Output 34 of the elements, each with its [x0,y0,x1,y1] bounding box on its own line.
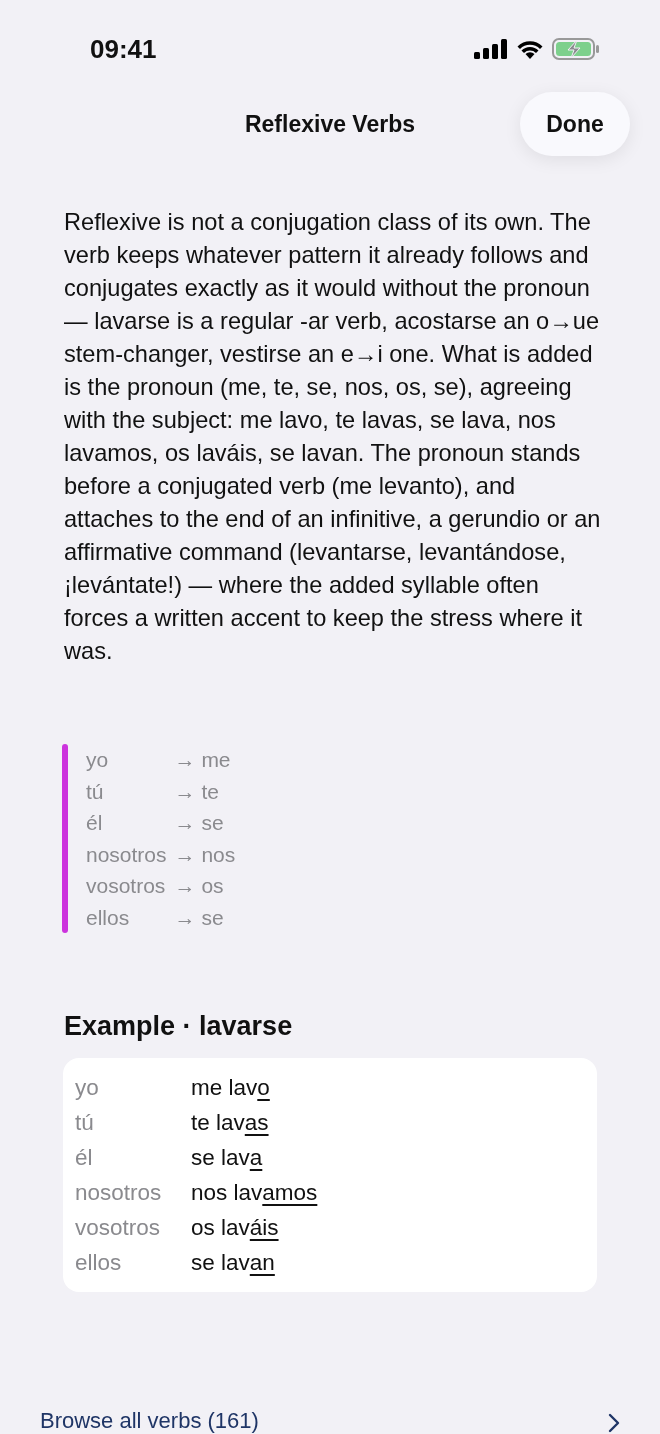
subject-pronoun: nosotros [75,1179,163,1207]
reflexive-pronoun: → me [174,747,232,773]
subject-pronoun: yo [75,1074,100,1102]
reflexive-pronoun: → os [174,873,225,899]
subject-pronoun: vosotros [86,873,167,899]
done-button[interactable]: Done [520,92,630,156]
verb-form: se lavan [191,1249,276,1277]
verb-form: te lavas [191,1109,270,1137]
example-heading: Example · lavarse [64,1011,294,1042]
explanation-paragraph: Reflexive is not a conjugation class of its own. The verb keeps whatever pattern it already follows and conjugates exactly as it would without the pronoun — lavarse is a regular -ar verb, acostarse an o→ue stem-changer, vestirse an e→i one. What is added is the pronoun (me, te, se, nos, os, se), agreeing with the subject: me lavo, te lavas, se lava, nos lavamos, os laváis, se lavan. The pronoun stands before a conjugated verb (me levanto), and attaches to the end of an infinitive, a gerundio or an affirmative command (levantarse, levantándose, ¡levántate!) — where the added syllable often forces a written accent to keep the stress where it was. [64,208,602,666]
verb-form: nos lavamos [191,1179,319,1207]
subject-pronoun: vosotros [75,1214,162,1242]
verb-form: me lavo [191,1074,271,1102]
subject-pronoun: ellos [86,904,131,931]
page-title: Reflexive Verbs [244,110,416,138]
wifi-icon [516,39,544,59]
verb-form: se lava [191,1144,264,1172]
subject-pronoun: ellos [75,1249,123,1277]
reflexive-pronoun: → se [174,904,225,931]
chevron-right-icon[interactable] [608,1413,620,1433]
subject-pronoun: yo [86,747,110,773]
subject-pronoun: tú [86,778,105,805]
subject-pronoun: él [75,1144,94,1172]
reflexive-pronoun: → nos [174,841,236,868]
battery-charging-icon [552,38,600,60]
verb-form: os laváis [191,1214,280,1242]
reflexive-pronoun: → te [174,778,220,805]
subject-pronoun: nosotros [86,841,167,868]
status-time: 09:41 [90,33,157,65]
browse-verbs-link[interactable]: Browse all verbs (161) [40,1408,259,1434]
subject-pronoun: tú [75,1109,95,1137]
signal-icon [474,39,508,59]
subject-pronoun: él [86,810,104,836]
reflexive-pronoun: → se [174,810,225,836]
